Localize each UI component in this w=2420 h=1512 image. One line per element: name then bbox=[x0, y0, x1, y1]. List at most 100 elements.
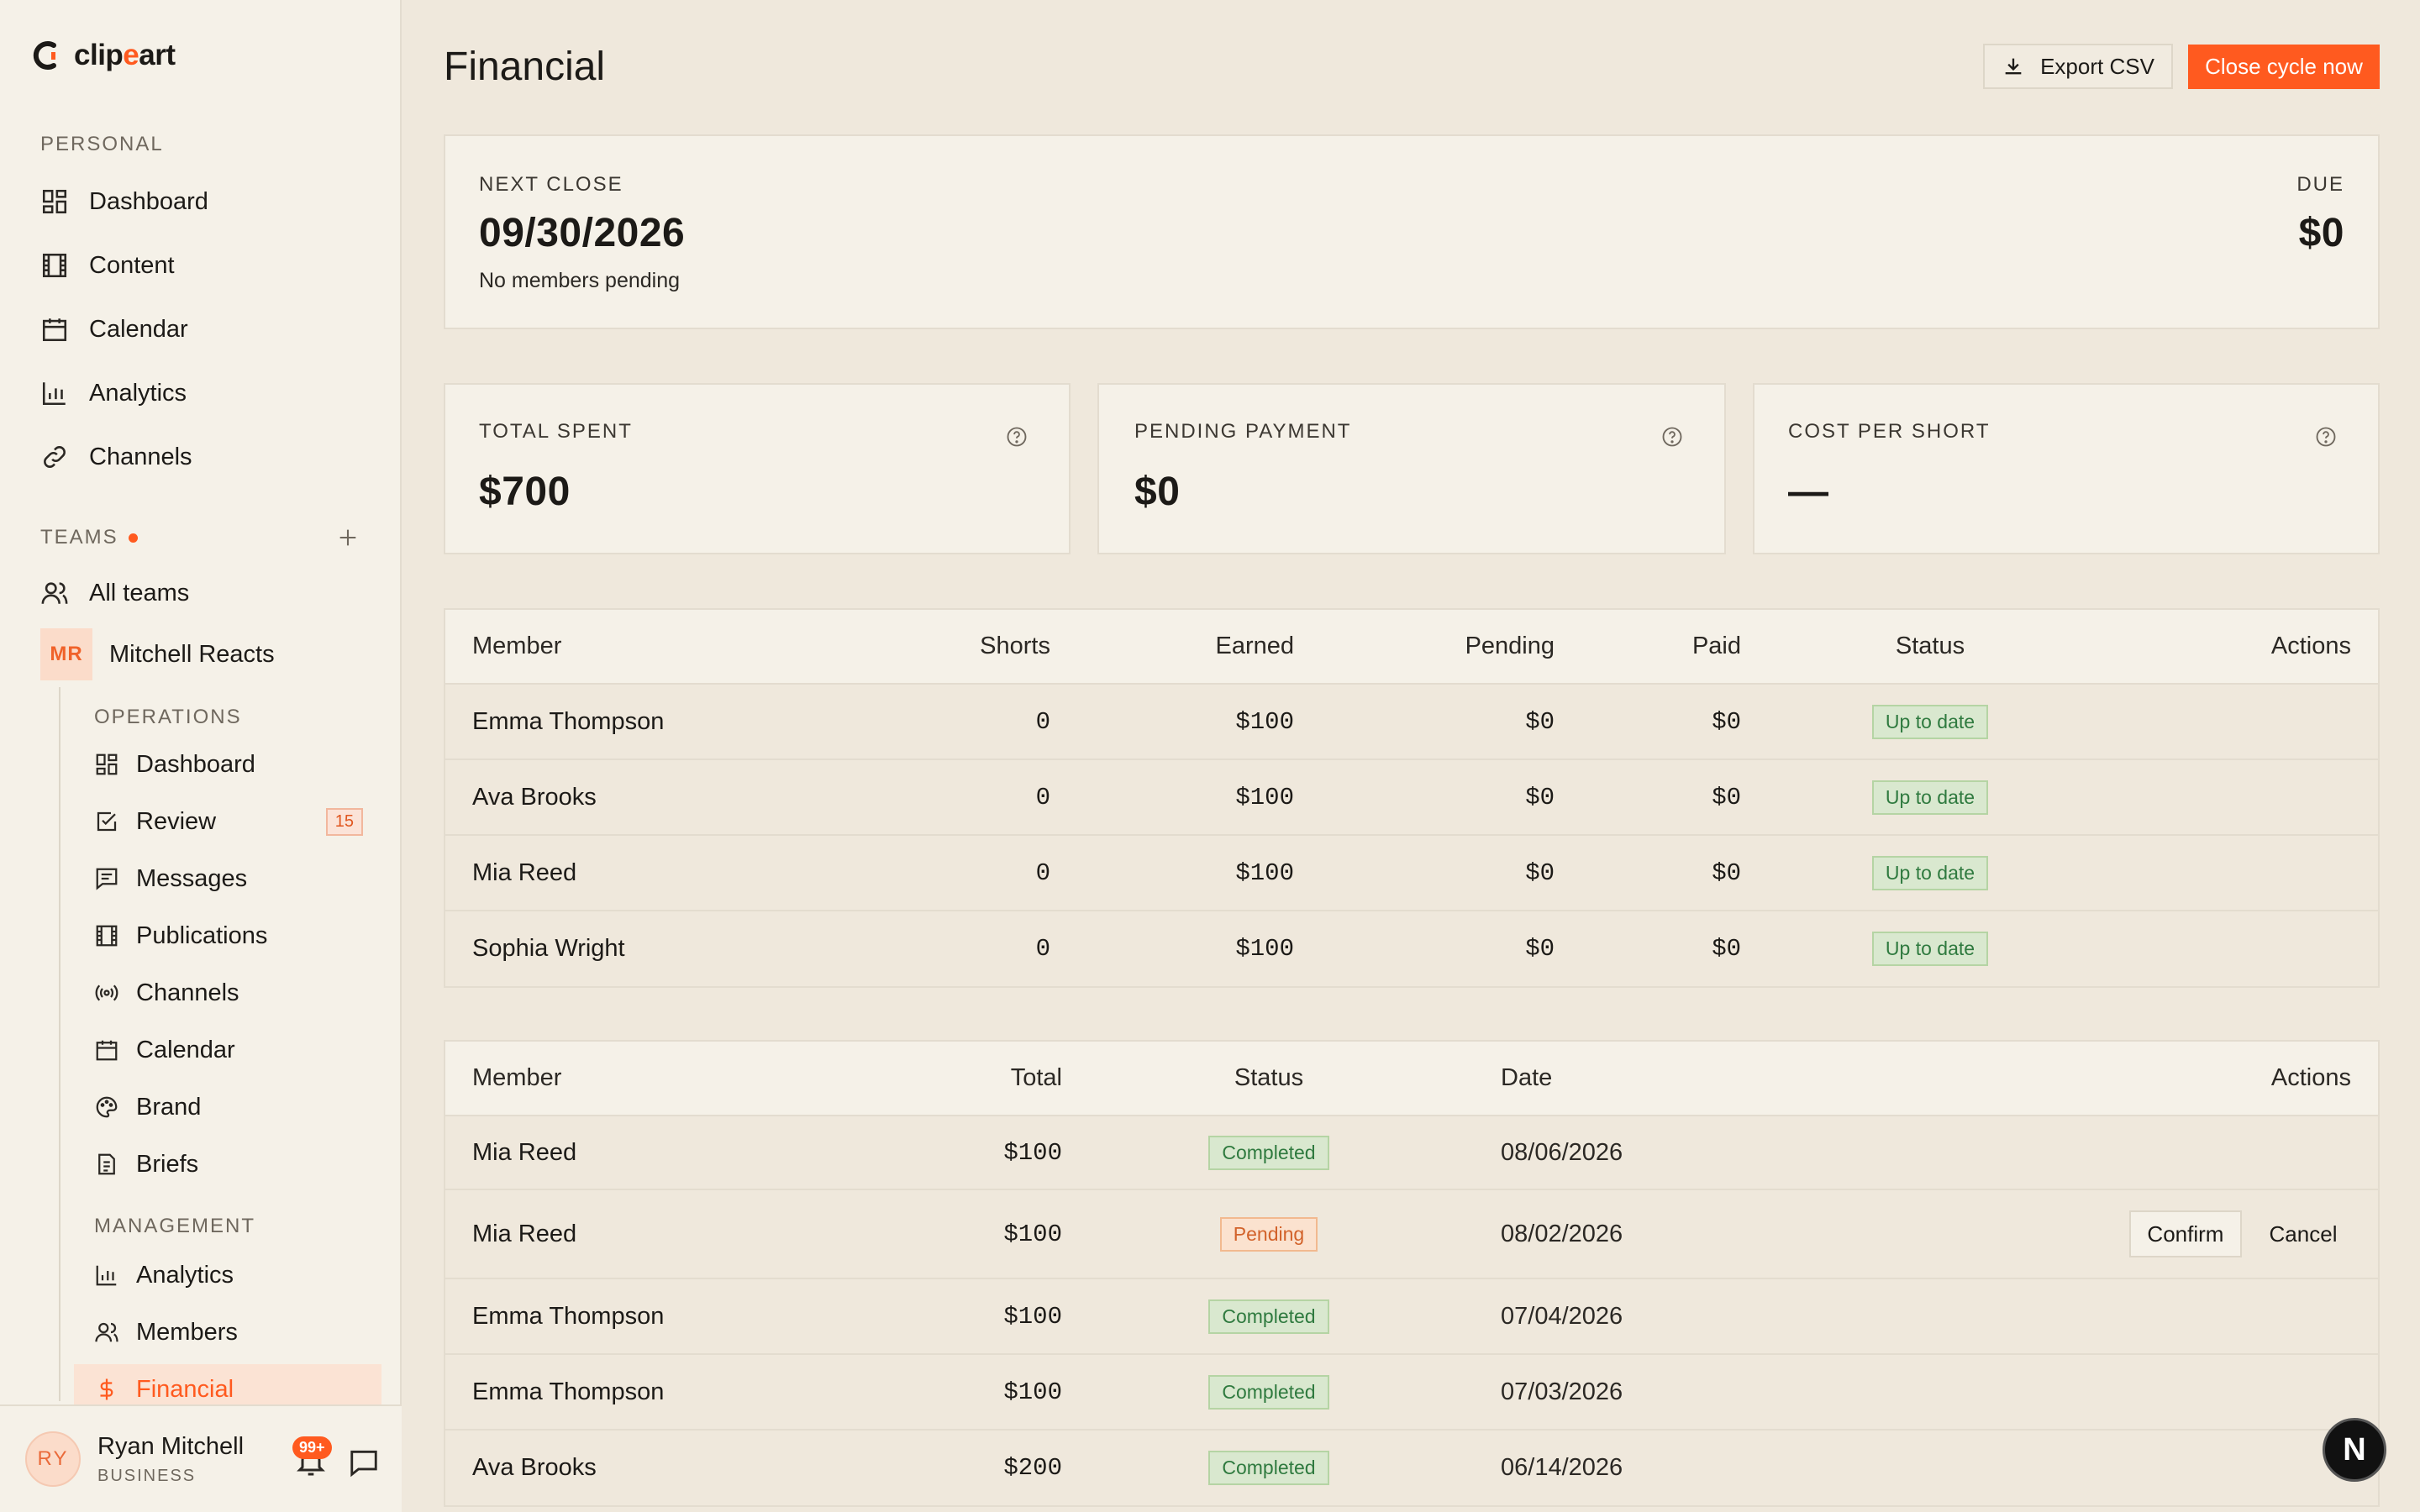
chat-icon[interactable] bbox=[348, 1446, 380, 1478]
column-header-status[interactable]: Status bbox=[1062, 1042, 1476, 1116]
sidebar-item-review[interactable]: Review 15 bbox=[94, 798, 363, 845]
user-footer: RY Ryan Mitchell BUSINESS 99+ bbox=[0, 1404, 402, 1512]
export-csv-button[interactable]: Export CSV bbox=[1983, 44, 2173, 89]
table-header-row: Member Total Status Date Actions bbox=[445, 1042, 2378, 1116]
status-cell: Up to date bbox=[1741, 759, 2119, 835]
sidebar-item-label: Briefs bbox=[136, 1150, 199, 1178]
teams-label: TEAMS bbox=[40, 526, 118, 549]
confirm-button[interactable]: Confirm bbox=[2128, 1210, 2242, 1257]
column-header-total[interactable]: Total bbox=[798, 1042, 1062, 1116]
due-value: $0 bbox=[2298, 211, 2344, 255]
payouts-table: Member Total Status Date Actions Mia Ree… bbox=[444, 1040, 2380, 1507]
sidebar-item-briefs[interactable]: Briefs bbox=[94, 1141, 363, 1188]
pending-value: $0 bbox=[1294, 910, 1555, 986]
member-name: Emma Thompson bbox=[445, 683, 798, 759]
dev-tools-badge[interactable]: N bbox=[2323, 1418, 2386, 1482]
sidebar-item-dashboard[interactable]: Dashboard bbox=[40, 178, 376, 225]
table-row[interactable]: Sophia Wright 0 $100 $0 $0 Up to date bbox=[445, 910, 2378, 986]
actions-cell bbox=[1980, 1429, 2378, 1505]
pending-value: $0 bbox=[1294, 834, 1555, 911]
column-header-shorts[interactable]: Shorts bbox=[798, 610, 1050, 684]
tree-line bbox=[59, 687, 60, 1401]
sidebar-item-label: Brand bbox=[136, 1093, 202, 1121]
table-row[interactable]: Ava Brooks 0 $100 $0 $0 Up to date bbox=[445, 759, 2378, 835]
cancel-button[interactable]: Cancel bbox=[2249, 1210, 2358, 1257]
teams-indicator-dot bbox=[128, 533, 138, 543]
column-header-status[interactable]: Status bbox=[1741, 610, 2119, 684]
sidebar-item-analytics[interactable]: Analytics bbox=[40, 370, 376, 417]
stat-label: COST PER SHORT bbox=[1788, 420, 1991, 443]
help-icon[interactable] bbox=[2314, 425, 2338, 449]
message-icon bbox=[96, 868, 118, 890]
section-label-operations: OPERATIONS bbox=[94, 706, 242, 728]
paid-value: $0 bbox=[1555, 759, 1741, 835]
sidebar-item-publications[interactable]: Publications bbox=[94, 912, 363, 959]
link-icon bbox=[44, 446, 66, 468]
status-badge: Up to date bbox=[1871, 780, 1989, 815]
total-value: $100 bbox=[798, 1278, 1062, 1354]
shorts-value: 0 bbox=[798, 759, 1050, 835]
shorts-value: 0 bbox=[798, 683, 1050, 759]
sidebar-item-calendar[interactable]: Calendar bbox=[40, 306, 376, 353]
logo[interactable]: clipeart bbox=[29, 37, 176, 74]
member-name: Emma Thompson bbox=[445, 1278, 798, 1354]
status-cell: Completed bbox=[1062, 1278, 1476, 1354]
palette-icon bbox=[96, 1096, 118, 1118]
user-name: Ryan Mitchell bbox=[97, 1433, 245, 1460]
sidebar-item-brand[interactable]: Brand bbox=[94, 1084, 363, 1131]
stat-label: PENDING PAYMENT bbox=[1134, 420, 1352, 443]
sidebar-item-all-teams[interactable]: All teams bbox=[40, 570, 376, 617]
sidebar-item-team-mitchell-reacts[interactable]: MR Mitchell Reacts bbox=[40, 628, 376, 680]
status-badge: Pending bbox=[1219, 1216, 1318, 1252]
status-badge: Completed bbox=[1208, 1451, 1329, 1485]
table-row[interactable]: Mia Reed 0 $100 $0 $0 Up to date bbox=[445, 834, 2378, 911]
table-row[interactable]: Emma Thompson 0 $100 $0 $0 Up to date bbox=[445, 683, 2378, 759]
user-avatar[interactable]: RY bbox=[25, 1431, 81, 1487]
table-header-row: Member Shorts Earned Pending Paid Status… bbox=[445, 610, 2378, 684]
column-header-member[interactable]: Member bbox=[445, 610, 798, 684]
status-cell: Completed bbox=[1062, 1115, 1476, 1189]
sidebar-item-label: Members bbox=[136, 1318, 238, 1346]
next-close-card: NEXT CLOSE 09/30/2026 No members pending… bbox=[444, 134, 2380, 329]
sidebar-item-channels[interactable]: Channels bbox=[40, 433, 376, 480]
help-icon[interactable] bbox=[1660, 425, 1684, 449]
column-header-actions: Actions bbox=[2119, 610, 2378, 684]
dashboard-icon bbox=[42, 189, 67, 214]
sidebar-item-team-analytics[interactable]: Analytics bbox=[94, 1252, 363, 1299]
total-value: $100 bbox=[798, 1353, 1062, 1430]
table-row[interactable]: Emma Thompson $100 Completed 07/03/2026 bbox=[445, 1353, 2378, 1430]
table-row[interactable]: Ava Brooks $200 Completed 06/14/2026 bbox=[445, 1429, 2378, 1505]
add-team-icon[interactable] bbox=[336, 526, 360, 549]
column-header-paid[interactable]: Paid bbox=[1555, 610, 1741, 684]
earned-value: $100 bbox=[1050, 683, 1294, 759]
sidebar-item-team-dashboard[interactable]: Dashboard bbox=[94, 741, 363, 788]
close-cycle-button[interactable]: Close cycle now bbox=[2188, 45, 2380, 89]
column-header-date[interactable]: Date bbox=[1476, 1042, 1980, 1116]
stat-value: $0 bbox=[1134, 470, 1181, 514]
sidebar: clipeart PERSONAL Dashboard Content Cale… bbox=[0, 0, 402, 1512]
help-icon[interactable] bbox=[1005, 425, 1028, 449]
sidebar-item-content[interactable]: Content bbox=[40, 242, 376, 289]
status-badge: Up to date bbox=[1871, 704, 1989, 739]
date-value: 07/03/2026 bbox=[1476, 1353, 1980, 1430]
broadcast-icon bbox=[95, 984, 118, 1001]
status-cell: Up to date bbox=[1741, 683, 2119, 759]
table-row[interactable]: Emma Thompson $100 Completed 07/04/2026 bbox=[445, 1278, 2378, 1354]
bar-chart-icon bbox=[96, 1265, 117, 1286]
sidebar-item-label: Messages bbox=[136, 864, 248, 892]
member-name: Mia Reed bbox=[445, 834, 798, 911]
table-row[interactable]: Mia Reed $100 Completed 08/06/2026 bbox=[445, 1115, 2378, 1189]
actions-cell bbox=[2119, 910, 2378, 986]
actions-cell bbox=[2119, 759, 2378, 835]
section-label-management: MANAGEMENT bbox=[94, 1215, 256, 1237]
sidebar-item-members[interactable]: Members bbox=[94, 1309, 363, 1356]
column-header-pending[interactable]: Pending bbox=[1294, 610, 1555, 684]
member-name: Ava Brooks bbox=[445, 759, 798, 835]
column-header-member[interactable]: Member bbox=[445, 1042, 798, 1116]
sidebar-item-team-channels[interactable]: Channels bbox=[94, 969, 363, 1016]
table-row[interactable]: Mia Reed $100 Pending 08/02/2026 Confirm… bbox=[445, 1189, 2378, 1278]
sidebar-item-team-calendar[interactable]: Calendar bbox=[94, 1026, 363, 1074]
column-header-earned[interactable]: Earned bbox=[1050, 610, 1294, 684]
member-name: Ava Brooks bbox=[445, 1429, 798, 1505]
sidebar-item-messages[interactable]: Messages bbox=[94, 855, 363, 902]
